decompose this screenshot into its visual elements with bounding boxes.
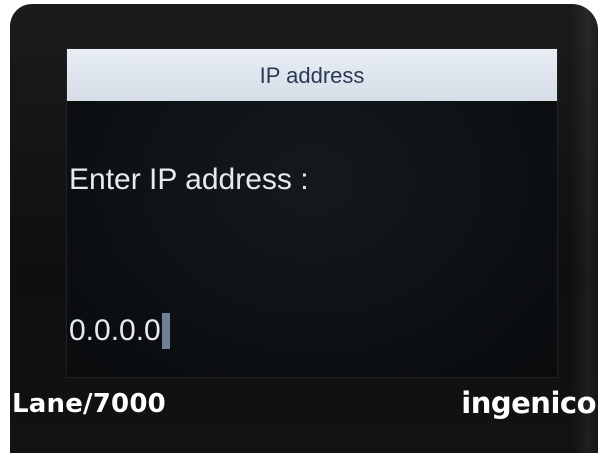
screen-title: IP address — [259, 63, 365, 88]
ip-prompt-label: Enter IP address : — [69, 163, 309, 196]
title-bar: IP address — [67, 49, 557, 101]
ip-address-value[interactable]: 0.0.0.0 — [69, 314, 161, 348]
terminal-screen: IP address Enter IP address : 0.0.0.0 — [66, 48, 558, 378]
text-cursor — [161, 313, 170, 349]
payment-terminal: IP address Enter IP address : 0.0.0.0 La… — [10, 4, 598, 453]
brand-logo: ingenico — [461, 386, 596, 420]
model-label: Lane/7000 — [12, 389, 166, 419]
ip-address-input[interactable]: 0.0.0.0 — [69, 311, 170, 351]
